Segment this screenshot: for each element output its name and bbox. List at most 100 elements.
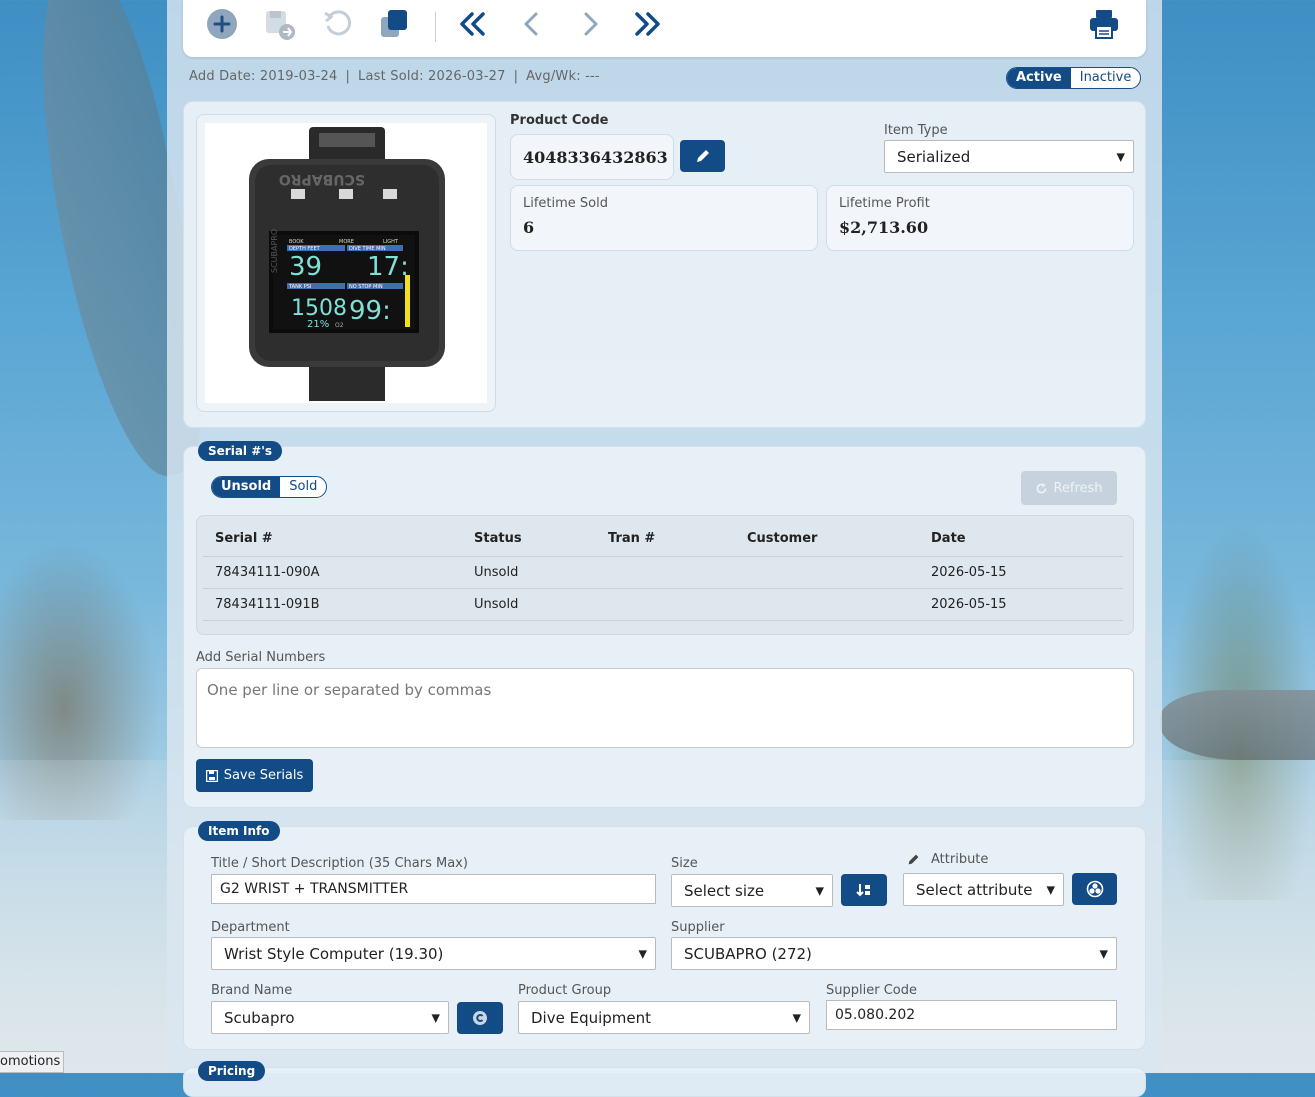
screen-label-more: MORE [339,239,354,245]
attribute-settings-button[interactable] [1072,873,1117,905]
chevron-down-icon: ▼ [792,1011,801,1024]
department-label: Department [211,920,290,935]
pencil-icon[interactable] [907,853,920,866]
item-type-select[interactable]: Serialized ▼ [884,140,1134,173]
chevron-down-icon: ▼ [1099,947,1108,960]
next-icon[interactable] [573,8,607,40]
row-divider [203,620,1123,621]
screen-depth: 39 [289,252,322,282]
status-inactive-button[interactable]: Inactive [1071,68,1141,88]
title-label: Title / Short Description (35 Chars Max) [211,856,468,871]
brand-imprint-top: SCUBAPRO [279,171,365,187]
lifetime-profit-label: Lifetime Profit [839,196,930,211]
refresh-label: Refresh [1053,480,1103,496]
lifetime-sold-value: 6 [523,218,535,237]
avg-per-week: Avg/Wk: --- [526,69,600,84]
pricing-card: Pricing [183,1061,1146,1097]
last-sold-date: Last Sold: 2026-03-27 [358,69,506,84]
attribute-icon [1086,880,1103,898]
department-value: Wrist Style Computer (19.30) [224,944,444,963]
chevron-down-icon: ▼ [1046,883,1055,896]
size-value: Select size [684,881,765,900]
dive-computer-illustration: SCUBAPRO BOOK MORE LIGHT DEPTH FEET DIVE… [249,127,445,401]
supplier-code-input[interactable]: 05.080.202 [826,1000,1117,1030]
save-serials-button[interactable]: Save Serials [196,759,313,792]
save-serials-label: Save Serials [223,768,304,783]
promotions-tab[interactable]: omotions [0,1051,64,1073]
attribute-label: Attribute [931,852,989,867]
save-duplicate-icon[interactable] [263,8,297,40]
date-cell: 2026-05-15 [931,565,1007,580]
pricing-section-pill: Pricing [198,1061,266,1081]
supplier-value: SCUBAPRO (272) [684,944,812,963]
edit-code-button[interactable] [680,140,725,172]
screen-nostop: 99: [349,296,391,326]
title-value: G2 WRIST + TRANSMITTER [220,881,409,897]
attribute-select[interactable]: Select attribute ▼ [903,873,1064,906]
row-divider [203,588,1123,589]
previous-icon[interactable] [515,8,549,40]
title-input[interactable]: G2 WRIST + TRANSMITTER [211,874,656,904]
item-info-section-pill: Item Info [198,821,280,841]
status-cell: Unsold [474,565,519,580]
add-icon[interactable] [205,8,239,40]
screen-tank: 1508 [291,296,347,321]
screen-o2: 21% [307,319,329,330]
lifetime-profit-card: Lifetime Profit $2,713.60 [826,185,1134,251]
first-icon[interactable] [455,8,489,40]
product-code-label: Product Code [510,113,609,128]
tab-unsold[interactable]: Unsold [212,477,281,497]
print-icon[interactable] [1087,8,1121,40]
refresh-button[interactable]: Refresh [1021,471,1117,505]
supplier-select[interactable]: SCUBAPRO (272) ▼ [671,937,1117,970]
supplier-code-label: Supplier Code [826,983,917,998]
chevron-down-icon: ▼ [431,1011,440,1024]
size-sort-button[interactable] [841,874,887,906]
item-info-card: Item Info Title / Short Description (35 … [183,821,1146,1050]
add-serials-textarea[interactable]: One per line or separated by commas [196,668,1134,748]
product-card: SCUBAPRO BOOK MORE LIGHT DEPTH FEET DIVE… [183,101,1146,428]
meta-separator: | [345,69,351,84]
supplier-code-value: 05.080.202 [835,1007,916,1023]
status-active-button[interactable]: Active [1007,68,1071,88]
product-code-value: 4048336432863 [510,134,674,180]
screen-o2-unit: O2 [335,322,344,329]
last-icon[interactable] [631,8,665,40]
serials-filter-toggle: Unsold Sold [211,476,328,498]
item-meta: Add Date: 2019-03-24 | Last Sold: 2026-03-… [189,69,600,84]
serials-table: Serial # Status Tran # Customer Date 784… [196,515,1134,635]
item-type-value: Serialized [897,147,971,166]
brand-copyright-button[interactable] [457,1002,503,1034]
lifetime-sold-card: Lifetime Sold 6 [510,185,818,251]
screen-label-book: BOOK [289,239,304,245]
col-status: Status [474,531,522,546]
item-editor-page: Add Date: 2019-03-24 | Last Sold: 2026-03-… [167,0,1162,1097]
copyright-icon [473,1011,487,1025]
date-cell: 2026-05-15 [931,597,1007,612]
screen-label-light: LIGHT [383,239,399,245]
chevron-down-icon: ▼ [638,947,647,960]
add-date: Add Date: 2019-03-24 [189,69,338,84]
product-image-frame: SCUBAPRO BOOK MORE LIGHT DEPTH FEET DIVE… [196,114,496,412]
pencil-icon [696,150,709,162]
col-date: Date [931,531,966,546]
screen-label-nostop: NO STOP MIN [349,284,383,290]
product-group-select[interactable]: Dive Equipment ▼ [518,1001,810,1034]
add-serials-placeholder: One per line or separated by commas [207,681,492,699]
brand-select[interactable]: Scubapro ▼ [211,1001,449,1034]
tab-sold[interactable]: Sold [280,477,326,497]
chevron-down-icon: ▼ [1116,150,1125,163]
copy-icon[interactable] [377,8,411,40]
size-select[interactable]: Select size ▼ [671,874,833,907]
add-serials-label: Add Serial Numbers [196,650,326,665]
product-group-label: Product Group [518,983,612,998]
screen-label-tank: TANK PSI [288,284,311,290]
product-image[interactable]: SCUBAPRO BOOK MORE LIGHT DEPTH FEET DIVE… [205,123,487,403]
size-label: Size [671,856,698,871]
department-select[interactable]: Wrist Style Computer (19.30) ▼ [211,937,656,970]
col-tran: Tran # [608,531,656,546]
serial-cell: 78434111-090A [215,565,320,580]
item-type-label: Item Type [884,123,948,138]
chevron-down-icon: ▼ [815,884,824,897]
undo-icon[interactable] [321,8,355,40]
